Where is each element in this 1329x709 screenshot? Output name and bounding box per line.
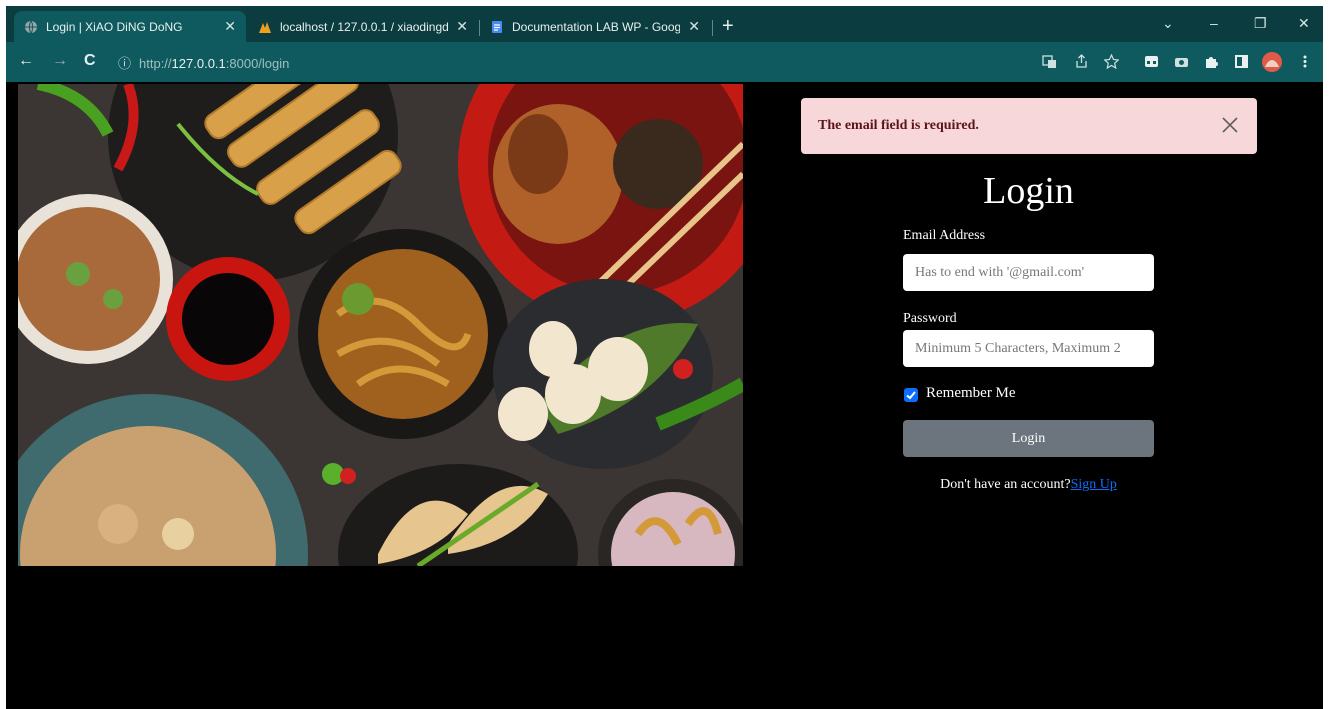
signup-link[interactable]: Sign Up <box>1071 477 1117 492</box>
translate-icon[interactable] <box>1042 54 1057 69</box>
address-bar[interactable]: ⓘ http://127.0.0.1:8000/login <box>118 53 289 72</box>
password-field[interactable] <box>903 330 1154 367</box>
tab-google-docs[interactable]: Documentation LAB WP - Goog ✕ <box>480 11 710 42</box>
camera-icon[interactable] <box>1174 54 1189 69</box>
tab-close-button[interactable]: ✕ <box>456 18 468 35</box>
browser-tabbar: Login | XiAO DiNG DoNG ✕ localhost / 127… <box>6 6 1323 42</box>
tab-search-button[interactable]: ⌄ <box>1162 15 1174 32</box>
tab-title: Documentation LAB WP - Goog <box>512 19 681 34</box>
puzzle-icon[interactable] <box>1204 54 1219 69</box>
share-icon[interactable] <box>1074 54 1089 69</box>
remember-me-checkbox[interactable] <box>904 388 918 402</box>
tab-title: localhost / 127.0.0.1 / xiaodingd <box>280 19 449 34</box>
close-icon[interactable] <box>1219 114 1241 136</box>
tab-close-button[interactable]: ✕ <box>224 18 236 35</box>
tab-title: Login | XiAO DiNG DoNG <box>46 19 183 34</box>
minimize-button[interactable]: – <box>1210 15 1218 31</box>
tab-login[interactable]: Login | XiAO DiNG DoNG ✕ <box>14 11 246 42</box>
email-field[interactable] <box>903 254 1154 291</box>
remember-me-label[interactable]: Remember Me <box>926 385 1016 402</box>
url-path: :8000/login <box>225 56 290 71</box>
sidepanel-icon[interactable] <box>1234 54 1249 69</box>
back-button[interactable]: ← <box>18 52 34 70</box>
error-alert: The email field is required. <box>801 98 1257 154</box>
window-close-button[interactable]: ✕ <box>1298 15 1310 32</box>
login-page: The email field is required. Login Email… <box>6 82 1323 709</box>
signup-prompt-text: Don't have an account? <box>940 477 1071 492</box>
profile-avatar[interactable] <box>1262 52 1282 72</box>
extension-icon[interactable] <box>1144 54 1159 69</box>
tab-phpmyadmin[interactable]: localhost / 127.0.0.1 / xiaodingd ✕ <box>248 11 478 42</box>
phpmyadmin-icon <box>259 21 271 33</box>
page-title: Login <box>983 170 1074 212</box>
checkmark-icon <box>906 391 916 400</box>
tab-separator <box>712 20 713 36</box>
reload-button[interactable]: C <box>84 52 96 70</box>
login-button[interactable]: Login <box>903 420 1154 457</box>
asian-food-image <box>18 84 743 566</box>
alert-message: The email field is required. <box>818 118 979 133</box>
new-tab-button[interactable]: + <box>722 16 734 36</box>
globe-icon <box>25 20 37 33</box>
docs-icon <box>492 20 502 33</box>
tab-close-button[interactable]: ✕ <box>688 18 700 35</box>
forward-button[interactable]: → <box>52 52 68 70</box>
url-scheme: http:// <box>139 56 172 71</box>
url-host: 127.0.0.1 <box>171 56 226 71</box>
email-label: Email Address <box>903 228 986 243</box>
menu-icon[interactable] <box>1302 54 1308 69</box>
browser-toolbar: ← → C ⓘ http://127.0.0.1:8000/login <box>6 42 1323 82</box>
food-photo <box>18 84 743 566</box>
restore-button[interactable]: ❐ <box>1254 15 1267 32</box>
star-icon[interactable] <box>1104 54 1119 69</box>
site-info-icon[interactable]: ⓘ <box>118 56 131 71</box>
signup-prompt: Don't have an account?Sign Up <box>903 477 1154 493</box>
password-label: Password <box>903 311 957 326</box>
